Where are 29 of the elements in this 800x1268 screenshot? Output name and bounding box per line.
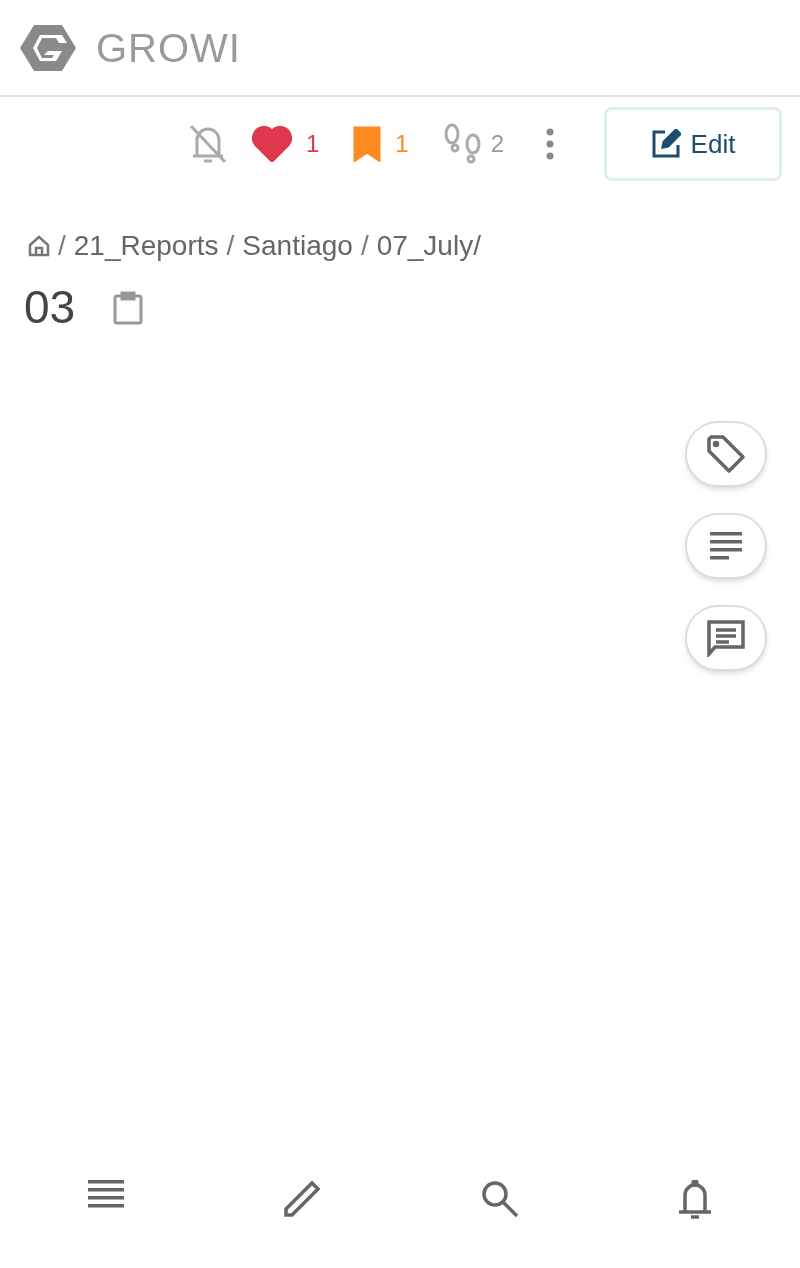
edit-button[interactable]: Edit — [604, 107, 782, 181]
edit-icon — [650, 129, 681, 159]
notification-bell-icon[interactable] — [678, 1180, 713, 1220]
clipboard-icon[interactable] — [113, 290, 144, 325]
path-separator: / — [360, 229, 369, 263]
menu-icon[interactable] — [87, 1180, 124, 1210]
table-of-contents-button[interactable] — [685, 513, 767, 579]
tags-button[interactable] — [685, 421, 767, 487]
tag-icon — [706, 434, 746, 474]
breadcrumb-link[interactable]: 07_July/ — [376, 225, 481, 267]
page-title: 03 — [24, 280, 76, 335]
footprints-icon — [442, 122, 483, 166]
pencil-icon[interactable] — [283, 1180, 322, 1218]
like-count: 1 — [305, 129, 320, 159]
search-icon[interactable] — [480, 1180, 519, 1218]
comments-button[interactable] — [685, 605, 767, 671]
logo-icon — [20, 24, 76, 71]
brand-name: GROWI — [96, 24, 241, 72]
breadcrumb-link[interactable]: 21_Reports — [73, 225, 219, 267]
path-separator: / — [58, 229, 66, 263]
like-button[interactable]: 1 — [247, 126, 324, 162]
list-icon — [710, 532, 742, 560]
bookmark-count: 1 — [395, 129, 409, 159]
more-options-icon[interactable] — [546, 128, 554, 160]
seen-count: 2 — [490, 129, 504, 159]
breadcrumb-link[interactable]: Santiago — [242, 225, 353, 267]
comment-icon — [706, 619, 746, 657]
path-separator: / — [226, 229, 235, 263]
home-icon[interactable] — [28, 235, 50, 257]
